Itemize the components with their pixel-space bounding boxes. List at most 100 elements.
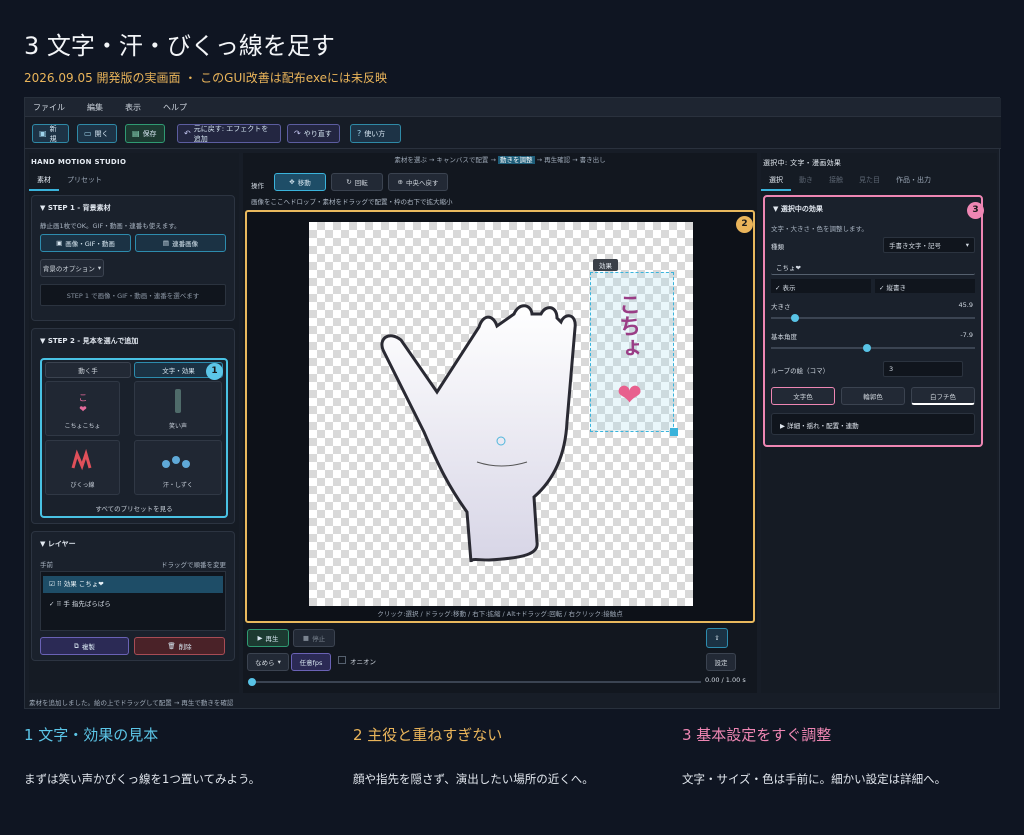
show-checkbox[interactable]: ✓ 表示 — [771, 279, 871, 293]
folder-icon: ▭ — [84, 129, 92, 138]
undo-icon: ↶ — [184, 129, 191, 138]
save-button[interactable]: ▤ 保存 — [125, 124, 165, 143]
step1-placeholder: STEP 1 で画像・GIF・動画・連番を選べます — [40, 284, 226, 306]
left-tabs: 素材 プリセット — [29, 171, 110, 191]
canvas-area: 素材を選ぶ → キャンバスで配置 → 動きを調整 → 再生確認 → 書き出し 操… — [243, 153, 757, 693]
canvas-hint: 画像をここへドロップ・素材をドラッグで配置・枠の右下で拡大縮小 — [251, 198, 453, 206]
step2-title[interactable]: ▼ STEP 2 - 見本を選んで追加 — [40, 336, 138, 346]
effect-text: こちょ — [615, 293, 640, 359]
effect-desc: 文字・大きさ・色を調整します。 — [771, 225, 868, 233]
tab-appearance[interactable]: 見た目 — [851, 171, 888, 191]
effect-text-input[interactable]: こちょ❤ — [771, 259, 975, 275]
timeline-knob[interactable] — [248, 678, 256, 686]
details-expander[interactable]: ▶ 詳細・揺れ・配置・連動 — [771, 413, 975, 435]
export-button[interactable]: ⇪ — [706, 628, 728, 648]
tab-presets[interactable]: プリセット — [59, 171, 110, 191]
tab-contact[interactable]: 接触 — [821, 171, 851, 191]
outline-color-button[interactable]: 輪郭色 — [841, 387, 905, 405]
layers-list: ☑ ⠿ 効果 こちょ❤ ✓ ⠿ 手 指先ばらばら — [40, 571, 226, 631]
howto-button[interactable]: ? 使い方 — [350, 124, 401, 143]
background-options[interactable]: 背景のオプション ▾ — [40, 259, 104, 277]
center-button[interactable]: ⊕ 中央へ戻す — [388, 173, 448, 191]
sequence-button[interactable]: ▤ 連番画像 — [135, 234, 226, 252]
operation-label: 操作 — [251, 182, 264, 190]
tab-hand-presets[interactable]: 動く手 — [45, 362, 131, 378]
menu-bar: ファイル 編集 表示 ヘルプ — [25, 98, 1001, 117]
undo-button[interactable]: ↶ 元に戻す: エフェクトを追加 — [177, 124, 281, 143]
left-panel: HAND MOTION STUDIO 素材 プリセット ▼ STEP 1 - 背… — [29, 153, 239, 693]
effect-tag: 効果 — [593, 259, 618, 271]
time-readout: 0.00 / 1.00 s — [705, 676, 746, 684]
caption-3-text: 文字・サイズ・色は手前に。細かい設定は詳細へ。 — [682, 772, 947, 786]
tab-select[interactable]: 選択 — [761, 171, 791, 191]
layer-item[interactable]: ✓ ⠿ 手 指先ばらばら — [43, 596, 223, 613]
text-color-button[interactable]: 文字色 — [771, 387, 835, 405]
layer-item[interactable]: ☑ ⠿ 効果 こちょ❤ — [43, 576, 223, 593]
sweat-drops-icon — [162, 456, 190, 468]
step1-hint: 静止画1枚でOK。GIF・動画・連番も使えます。 — [40, 222, 181, 230]
badge-1: 1 — [206, 363, 223, 380]
image-icon: ▣ — [56, 239, 63, 247]
help-icon: ? — [357, 129, 362, 138]
step1-title[interactable]: ▼ STEP 1 - 背景素材 — [40, 203, 111, 213]
tickle-icon: こ❤ — [78, 394, 87, 415]
stop-button[interactable]: ■ 停止 — [293, 629, 335, 647]
crosshair-icon: ⊕ — [397, 178, 403, 186]
media-button[interactable]: ▣ 画像・GIF・動画 — [40, 234, 131, 252]
angle-slider[interactable] — [771, 344, 975, 352]
preset-laugh[interactable]: 笑い声 — [134, 381, 222, 436]
onion-checkbox[interactable] — [338, 656, 346, 664]
all-presets-link[interactable]: すべてのプリセットを見る — [42, 503, 226, 513]
status-bar: 素材を追加しました。絵の上でドラッグして配置 → 再生で動きを確認 — [29, 699, 234, 707]
menu-file[interactable]: ファイル — [33, 98, 65, 117]
size-label: 大きさ — [771, 303, 791, 311]
startle-lines-icon — [71, 448, 91, 471]
fps-select[interactable]: 任意fps — [291, 653, 331, 671]
chevron-down-icon: ▾ — [277, 658, 281, 666]
tab-motion[interactable]: 動き — [791, 171, 821, 191]
play-button[interactable]: ▶ 再生 — [247, 629, 289, 647]
ease-select[interactable]: なめら ▾ — [247, 653, 289, 671]
redo-button[interactable]: ↷ やり直す — [287, 124, 340, 143]
menu-edit[interactable]: 編集 — [87, 98, 103, 117]
effect-section-title[interactable]: ▼ 選択中の効果 — [773, 204, 823, 214]
page-title: 3 文字・汗・びくっ線を足す — [24, 32, 335, 60]
preset-sweat[interactable]: 汗・しずく — [134, 440, 222, 495]
loop-spinbox[interactable]: 3 — [883, 361, 963, 377]
menu-help[interactable]: ヘルプ — [163, 98, 187, 117]
tab-materials[interactable]: 素材 — [29, 171, 59, 191]
timeline-slider[interactable] — [248, 678, 701, 686]
size-slider[interactable] — [771, 314, 975, 322]
new-button[interactable]: ▣ 新規 — [32, 124, 69, 143]
laugh-icon — [175, 389, 181, 413]
canvas[interactable]: 効果 こちょ ❤ — [309, 222, 693, 606]
settings-button[interactable]: 設定 — [706, 653, 736, 671]
menu-view[interactable]: 表示 — [125, 98, 141, 117]
resize-handle[interactable] — [670, 428, 678, 436]
open-button[interactable]: ▭ 開く — [77, 124, 117, 143]
delete-button[interactable]: 🗑 削除 — [134, 637, 225, 655]
angle-knob[interactable] — [862, 344, 871, 352]
rotate-icon: ↻ — [346, 178, 352, 186]
white-border-color-button[interactable]: 白フチ色 — [911, 387, 975, 405]
badge-3: 3 — [967, 202, 984, 219]
angle-label: 基本角度 — [771, 333, 797, 341]
kind-label: 種類 — [771, 243, 784, 251]
images-icon: ▤ — [162, 239, 170, 247]
rotate-button[interactable]: ↻ 回転 — [331, 173, 383, 191]
move-button[interactable]: ✥ 移動 — [274, 173, 326, 191]
preset-startle[interactable]: びくっ線 — [45, 440, 120, 495]
caption-1-text: まずは笑い声かびくっ線を1つ置いてみよう。 — [24, 772, 261, 786]
vertical-checkbox[interactable]: ✓ 縦書き — [875, 279, 975, 293]
preset-tickle[interactable]: こ ❤ こちょこちょ — [45, 381, 120, 436]
layers-title[interactable]: ▼ レイヤー — [40, 539, 76, 549]
kind-select[interactable]: 手書き文字・記号 ▾ — [883, 237, 975, 253]
effect-selection[interactable]: 効果 こちょ ❤ — [590, 259, 678, 436]
badge-2: 2 — [736, 216, 753, 233]
chevron-down-icon: ▾ — [965, 241, 969, 249]
size-knob[interactable] — [791, 314, 800, 322]
toolbar: ▣ 新規 ▭ 開く ▤ 保存 ↶ 元に戻す: エフェクトを追加 ↷ やり直す ? 使い方 — [25, 117, 1001, 149]
duplicate-button[interactable]: ⧉ 複製 — [40, 637, 129, 655]
layers-drag-hint: ドラッグで順番を変更 — [161, 561, 226, 569]
tab-output[interactable]: 作品・出力 — [888, 171, 939, 191]
